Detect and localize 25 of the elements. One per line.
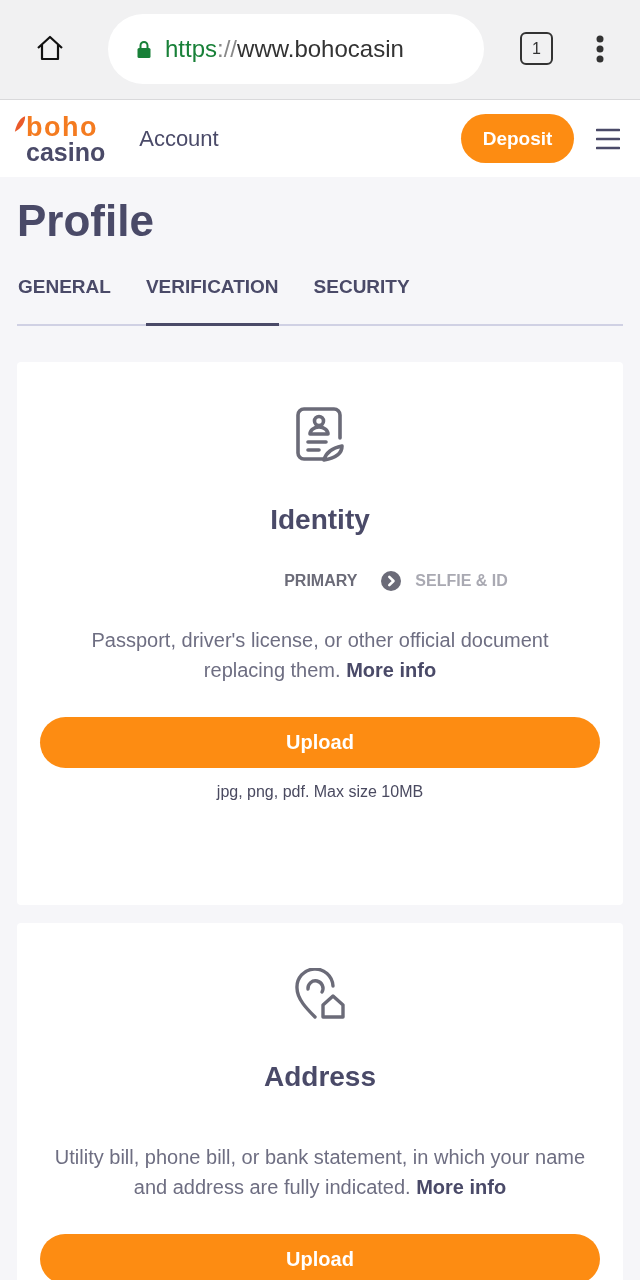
home-icon[interactable]: [36, 33, 64, 62]
profile-heading: Profile: [17, 195, 155, 247]
lock-icon: [137, 39, 151, 58]
feather-icon: [14, 114, 26, 133]
step-label: PRIMARY: [284, 571, 358, 591]
tab[interactable]: GENERAL: [18, 263, 111, 326]
file-format-hint: jpg, png, pdf. Max size 10MB: [216, 782, 424, 802]
tab[interactable]: VERIFICATION: [145, 263, 279, 326]
menu-icon[interactable]: [596, 127, 620, 150]
page-title: Account: [139, 125, 219, 152]
tab[interactable]: SECURITY: [313, 263, 410, 326]
description-text: Utility bill, phone bill, or bank statement, in which your name and address are fully indicated. More info: [53, 1145, 587, 1200]
step-label: SELFIE & ID: [415, 571, 508, 591]
more-options-icon[interactable]: [595, 34, 605, 63]
more-info-link[interactable]: More info: [346, 659, 437, 681]
logo-link[interactable]: boho casino: [14, 113, 106, 164]
description-text: Passport, driver's license, or other official document replacing them. More info: [90, 628, 550, 683]
card-title: Address: [263, 1060, 376, 1094]
tab-switcher-button[interactable]: 1: [520, 32, 553, 65]
id-document-icon: [296, 407, 344, 463]
address-bar[interactable]: https://www.bohocasin: [108, 13, 484, 84]
more-info-link[interactable]: More info: [416, 1176, 507, 1198]
card-title: Identity: [270, 503, 370, 537]
chevron-right-icon: [381, 571, 402, 591]
location-home-icon: [294, 968, 346, 1020]
